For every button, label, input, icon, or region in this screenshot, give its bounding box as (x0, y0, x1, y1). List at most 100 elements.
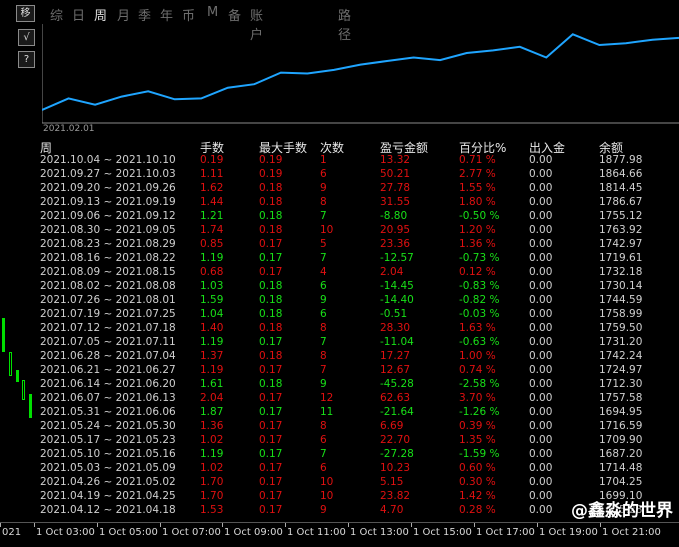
max-lots-cell: 0.18 (259, 224, 283, 236)
flow-cell: 0.00 (529, 420, 553, 432)
table-row[interactable]: 2021.09.27 ~ 2021.10.03 1.11 0.19 6 50.21 2.7… (40, 168, 679, 182)
time-tick (348, 523, 349, 527)
pnl-cell: 27.78 (380, 182, 411, 194)
flow-cell: 0.00 (529, 434, 553, 446)
count-cell: 10 (320, 490, 334, 502)
table-row[interactable]: 2021.05.17 ~ 2021.05.23 1.02 0.17 6 22.70 1.3… (40, 434, 679, 448)
period-cell: 2021.06.28 ~ 2021.07.04 (40, 350, 176, 362)
tab-7[interactable]: M (207, 5, 218, 20)
lots-cell: 0.19 (200, 154, 224, 166)
flow-cell: 0.00 (529, 364, 553, 376)
max-lots-cell: 0.17 (259, 504, 283, 516)
table-row[interactable]: 2021.05.24 ~ 2021.05.30 1.36 0.17 8 6.69 0.39… (40, 420, 679, 434)
table-row[interactable]: 2021.09.13 ~ 2021.09.19 1.44 0.18 8 31.55 1.8… (40, 196, 679, 210)
max-lots-cell: 0.18 (259, 196, 283, 208)
count-cell: 6 (320, 308, 327, 320)
max-lots-cell: 0.18 (259, 308, 283, 320)
tab-2[interactable]: 周 (94, 5, 107, 24)
tab-1[interactable]: 日 (72, 5, 85, 24)
table-row[interactable]: 2021.07.19 ~ 2021.07.25 1.04 0.18 6 -0.51 -0.… (40, 308, 679, 322)
percent-cell: 1.80 % (459, 196, 496, 208)
table-row[interactable]: 2021.08.23 ~ 2021.08.29 0.85 0.17 5 23.36 1.3… (40, 238, 679, 252)
table-row[interactable]: 2021.08.30 ~ 2021.09.05 1.74 0.18 10 20.95 1.… (40, 224, 679, 238)
flow-cell: 0.00 (529, 294, 553, 306)
pnl-cell: -45.28 (380, 378, 414, 390)
percent-cell: 0.28 % (459, 504, 496, 516)
candle (22, 380, 25, 400)
pnl-cell: -0.51 (380, 308, 408, 320)
count-cell: 1 (320, 154, 327, 166)
table-row[interactable]: 2021.05.31 ~ 2021.06.06 1.87 0.17 11 -21.64 -… (40, 406, 679, 420)
lots-cell: 1.02 (200, 434, 224, 446)
table-row[interactable]: 2021.06.07 ~ 2021.06.13 2.04 0.17 12 62.63 3.… (40, 392, 679, 406)
tab-4[interactable]: 季 (138, 5, 151, 24)
tab-3[interactable]: 月 (117, 5, 130, 24)
tab-8[interactable]: 备 (228, 5, 241, 24)
period-cell: 2021.07.05 ~ 2021.07.11 (40, 336, 176, 348)
period-cell: 2021.04.19 ~ 2021.04.25 (40, 490, 176, 502)
period-cell: 2021.10.04 ~ 2021.10.10 (40, 154, 176, 166)
lots-cell: 1.59 (200, 294, 224, 306)
pnl-cell: 31.55 (380, 196, 411, 208)
flow-cell: 0.00 (529, 448, 553, 460)
flow-cell: 0.00 (529, 224, 553, 236)
balance-cell: 1744.59 (599, 294, 643, 306)
table-row[interactable]: 2021.09.20 ~ 2021.09.26 1.62 0.18 9 27.78 1.5… (40, 182, 679, 196)
table-row[interactable]: 2021.06.21 ~ 2021.06.27 1.19 0.17 7 12.67 0.7… (40, 364, 679, 378)
lots-cell: 0.85 (200, 238, 224, 250)
percent-cell: 0.12 % (459, 266, 496, 278)
pnl-cell: 23.82 (380, 490, 411, 502)
flow-cell: 0.00 (529, 322, 553, 334)
flow-cell: 0.00 (529, 476, 553, 488)
pnl-cell: -27.28 (380, 448, 414, 460)
table-row[interactable]: 2021.04.26 ~ 2021.05.02 1.70 0.17 10 5.15 0.3… (40, 476, 679, 490)
pnl-cell: -21.64 (380, 406, 414, 418)
count-cell: 8 (320, 322, 327, 334)
balance-cell: 1714.48 (599, 462, 643, 474)
count-cell: 8 (320, 196, 327, 208)
table-row[interactable]: 2021.07.12 ~ 2021.07.18 1.40 0.18 8 28.30 1.6… (40, 322, 679, 336)
lots-cell: 1.70 (200, 490, 224, 502)
time-tick (537, 523, 538, 527)
table-row[interactable]: 2021.08.02 ~ 2021.08.08 1.03 0.18 6 -14.45 -0… (40, 280, 679, 294)
tab-6[interactable]: 币 (182, 5, 195, 24)
period-cell: 2021.09.13 ~ 2021.09.19 (40, 196, 176, 208)
table-row[interactable]: 2021.05.03 ~ 2021.05.09 1.02 0.17 6 10.23 0.6… (40, 462, 679, 476)
max-lots-cell: 0.17 (259, 434, 283, 446)
pnl-cell: -14.40 (380, 294, 414, 306)
table-row[interactable]: 2021.10.04 ~ 2021.10.10 0.19 0.19 1 13.32 0.7… (40, 154, 679, 168)
table-row[interactable]: 2021.07.05 ~ 2021.07.11 1.19 0.17 7 -11.04 -0… (40, 336, 679, 350)
count-cell: 5 (320, 238, 327, 250)
lots-cell: 1.19 (200, 336, 224, 348)
percent-cell: 1.63 % (459, 322, 496, 334)
percent-cell: -0.73 % (459, 252, 500, 264)
table-row[interactable]: 2021.08.09 ~ 2021.08.15 0.68 0.17 4 2.04 0.12… (40, 266, 679, 280)
table-row[interactable]: 2021.06.28 ~ 2021.07.04 1.37 0.18 8 17.27 1.0… (40, 350, 679, 364)
lots-cell: 2.04 (200, 392, 224, 404)
max-lots-cell: 0.17 (259, 238, 283, 250)
period-cell: 2021.04.12 ~ 2021.04.18 (40, 504, 176, 516)
max-lots-cell: 0.17 (259, 392, 283, 404)
flow-cell: 0.00 (529, 238, 553, 250)
candle (16, 370, 19, 382)
table-row[interactable]: 2021.06.14 ~ 2021.06.20 1.61 0.18 9 -45.28 -2… (40, 378, 679, 392)
tab-5[interactable]: 年 (160, 5, 173, 24)
period-cell: 2021.06.07 ~ 2021.06.13 (40, 392, 176, 404)
tab-0[interactable]: 综 (50, 5, 63, 24)
percent-cell: -0.50 % (459, 210, 500, 222)
pnl-cell: -11.04 (380, 336, 414, 348)
max-lots-cell: 0.17 (259, 462, 283, 474)
lots-cell: 1.74 (200, 224, 224, 236)
help-icon[interactable]: ? (18, 51, 35, 68)
table-row[interactable]: 2021.08.16 ~ 2021.08.22 1.19 0.17 7 -12.57 -0… (40, 252, 679, 266)
balance-cell: 1709.90 (599, 434, 643, 446)
max-lots-cell: 0.17 (259, 336, 283, 348)
table-row[interactable]: 2021.09.06 ~ 2021.09.12 1.21 0.18 7 -8.80 -0.… (40, 210, 679, 224)
check-icon[interactable]: √ (18, 29, 35, 46)
table-row[interactable]: 2021.07.26 ~ 2021.08.01 1.59 0.18 9 -14.40 -0… (40, 294, 679, 308)
count-cell: 12 (320, 392, 334, 404)
table-row[interactable]: 2021.05.10 ~ 2021.05.16 1.19 0.17 7 -27.28 -1… (40, 448, 679, 462)
period-cell: 2021.08.16 ~ 2021.08.22 (40, 252, 176, 264)
max-lots-cell: 0.19 (259, 168, 283, 180)
percent-cell: 1.36 % (459, 238, 496, 250)
